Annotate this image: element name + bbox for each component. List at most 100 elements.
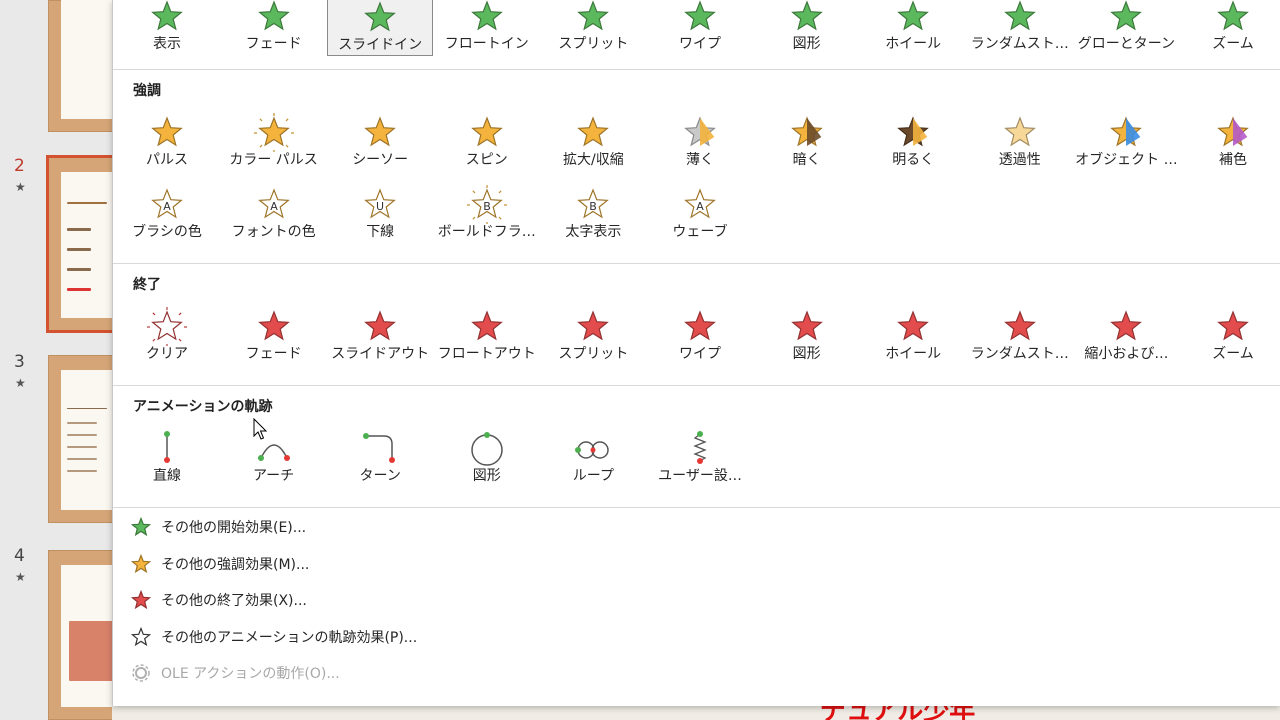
effect-label: 拡大/収縮 — [563, 152, 624, 168]
exit-fly-out-icon — [327, 306, 433, 346]
effect-emphasis-lighten[interactable]: 明るく — [860, 112, 966, 172]
slide-thumbnail-3[interactable] — [48, 355, 121, 523]
effect-entrance-fly-in[interactable]: スライドイン — [327, 0, 434, 56]
slide-thumbnail-pane: 2 ★ 3 ★ 4 ★ — [0, 0, 121, 720]
effect-emphasis-brush-color[interactable]: A ブラシの色 — [114, 184, 220, 244]
emphasis-spin-icon — [434, 112, 540, 152]
effect-emphasis-bold-flash[interactable]: B ボールドフラ… — [434, 184, 540, 244]
effect-entrance-wipe[interactable]: ワイプ — [647, 0, 753, 56]
svg-text:A: A — [163, 200, 171, 213]
emphasis-font-color-icon: A — [221, 184, 327, 224]
effect-path-custom[interactable]: ユーザー設… — [647, 428, 753, 488]
emphasis-wave-icon: A — [647, 184, 753, 224]
slide-number: 4 — [14, 546, 25, 566]
effect-exit-zoom[interactable]: ズーム — [1180, 306, 1280, 366]
effect-emphasis-spin[interactable]: スピン — [434, 112, 540, 172]
slide-thumbnail-4[interactable] — [48, 550, 121, 720]
entrance-wipe-icon — [647, 0, 753, 36]
path-lines-icon — [114, 428, 220, 468]
effect-path-loops[interactable]: ループ — [540, 428, 646, 488]
menu-item-label: その他の開始効果(E)... — [161, 520, 307, 536]
exit-random-bars-icon — [967, 306, 1073, 346]
effect-entrance-shape[interactable]: 図形 — [754, 0, 860, 56]
effect-emphasis-bold-reveal[interactable]: B 太字表示 — [540, 184, 646, 244]
menu-item-more-entrance[interactable]: その他の開始効果(E)... — [131, 514, 306, 540]
effect-exit-float-out[interactable]: フロートアウト — [434, 306, 540, 366]
effect-exit-random-bars[interactable]: ランダムスト… — [967, 306, 1073, 366]
effect-label: 縮小および… — [1084, 346, 1169, 362]
effect-emphasis-transparency[interactable]: 透過性 — [967, 112, 1073, 172]
emphasis-lighten-icon — [860, 112, 966, 152]
effect-emphasis-font-color[interactable]: A フォントの色 — [221, 184, 327, 244]
path-custom-icon — [647, 428, 753, 468]
effect-label: ランダムスト… — [970, 36, 1069, 52]
effect-entrance-wheel[interactable]: ホイール — [860, 0, 966, 56]
effect-exit-shape[interactable]: 図形 — [754, 306, 860, 366]
menu-item-label: その他の強調効果(M)... — [161, 556, 310, 573]
path-shapes-icon — [434, 428, 540, 468]
effect-label: スライドアウト — [331, 346, 430, 362]
effect-entrance-grow-turn[interactable]: グローとターン — [1073, 0, 1179, 56]
effect-entrance-fade[interactable]: フェード — [221, 0, 327, 56]
section-header-exit: 終了 — [133, 277, 161, 293]
menu-item-more-emphasis[interactable]: その他の強調効果(M)... — [131, 551, 309, 577]
effect-exit-wheel[interactable]: ホイール — [860, 306, 966, 366]
effect-entrance-random-bars[interactable]: ランダムスト… — [967, 0, 1073, 56]
exit-wheel-icon — [860, 306, 966, 346]
slide-number: 3 — [14, 352, 25, 372]
effect-entrance-zoom[interactable]: ズーム — [1180, 0, 1280, 56]
effect-emphasis-object-color[interactable]: オブジェクト … — [1073, 112, 1179, 172]
emphasis-object-color-icon — [1073, 112, 1179, 152]
effect-exit-fade[interactable]: フェード — [221, 306, 327, 366]
effect-label: 直線 — [153, 468, 181, 484]
menu-item-more-motion-path[interactable]: その他のアニメーションの軌跡効果(P)... — [131, 624, 417, 650]
svg-text:B: B — [590, 200, 598, 213]
emphasis-effects-row: A ブラシの色 A フォントの色 U 下線 B ボールドフラ… B 太字表示 A… — [113, 184, 1280, 246]
section-divider — [113, 263, 1280, 264]
effect-emphasis-desaturate[interactable]: 薄く — [647, 112, 753, 172]
effect-emphasis-teeter[interactable]: シーソー — [327, 112, 433, 172]
section-header-emphasis: 強調 — [133, 83, 161, 99]
emphasis-teeter-icon — [327, 112, 433, 152]
effect-label: フロートイン — [444, 36, 529, 52]
effect-path-turns[interactable]: ターン — [327, 428, 433, 488]
effect-emphasis-pulse[interactable]: パルス — [114, 112, 220, 172]
menu-item-more-exit[interactable]: その他の終了効果(X)... — [131, 587, 307, 613]
effect-emphasis-color-pulse[interactable]: カラー パルス — [221, 112, 327, 172]
effect-emphasis-complementary-color[interactable]: 補色 — [1180, 112, 1280, 172]
effect-emphasis-underline[interactable]: U 下線 — [327, 184, 433, 244]
more-motion-path-icon — [131, 626, 161, 647]
effect-exit-fly-out[interactable]: スライドアウト — [327, 306, 433, 366]
motion-path-row: 直線 アーチ ターン 図形 ループ ユーザー設… — [113, 428, 1280, 490]
effect-entrance-split[interactable]: スプリット — [540, 0, 646, 56]
effect-emphasis-wave[interactable]: A ウェーブ — [647, 184, 753, 244]
effect-entrance-appear[interactable]: 表示 — [114, 0, 220, 56]
effect-path-lines[interactable]: 直線 — [114, 428, 220, 488]
svg-text:B: B — [483, 200, 491, 213]
effect-emphasis-darken[interactable]: 暗く — [754, 112, 860, 172]
effect-exit-disappear[interactable]: クリア — [114, 306, 220, 366]
effect-label: 図形 — [472, 468, 501, 484]
menu-item-label: その他のアニメーションの軌跡効果(P)... — [161, 629, 418, 646]
slide-thumbnail-2[interactable] — [46, 155, 121, 333]
effect-label: ホイール — [885, 346, 942, 362]
effect-exit-wipe[interactable]: ワイプ — [647, 306, 753, 366]
entrance-random-bars-icon — [967, 0, 1073, 36]
effect-path-shapes[interactable]: 図形 — [434, 428, 540, 488]
effect-path-arcs[interactable]: アーチ — [221, 428, 327, 488]
effect-entrance-float-in[interactable]: フロートイン — [434, 0, 540, 56]
emphasis-effects-row: パルス カラー パルス シーソー スピン 拡大/収縮 薄く 暗く 明るく 透過性… — [113, 112, 1280, 174]
slide-thumbnail-1[interactable] — [48, 0, 121, 132]
effect-label: ボールドフラ… — [437, 224, 536, 240]
effect-label: ホイール — [885, 36, 942, 52]
path-loops-icon — [540, 428, 646, 468]
emphasis-bold-flash-icon: B — [434, 184, 540, 224]
animation-star-icon: ★ — [15, 180, 26, 194]
emphasis-underline-icon: U — [327, 184, 433, 224]
effect-label: 図形 — [792, 36, 821, 52]
more-exit-icon — [131, 590, 161, 610]
effect-exit-split[interactable]: スプリット — [540, 306, 646, 366]
exit-float-out-icon — [434, 306, 540, 346]
effect-emphasis-grow-shrink[interactable]: 拡大/収縮 — [540, 112, 646, 172]
effect-exit-shrink-turn[interactable]: 縮小および… — [1073, 306, 1179, 366]
